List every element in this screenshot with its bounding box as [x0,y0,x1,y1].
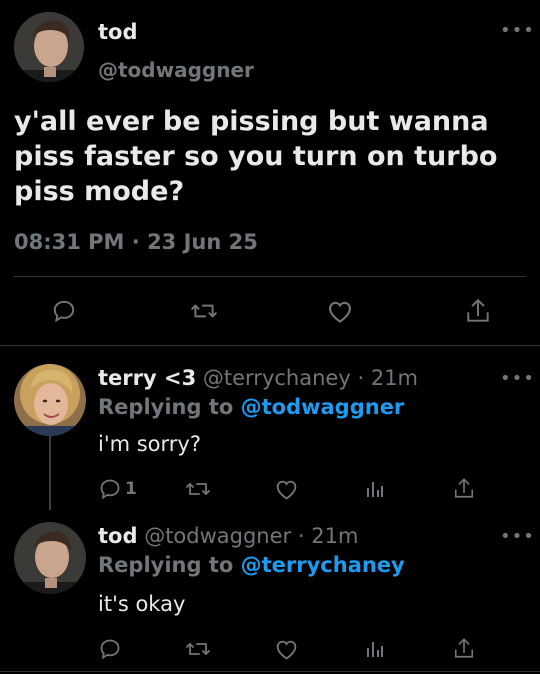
reply-tweet[interactable]: tod @todwaggner · 21m ••• Replying to @t… [0,504,540,674]
separator: · [297,524,305,548]
reply-icon[interactable] [51,298,77,324]
separator: · [357,366,365,390]
thread-line [49,434,51,510]
retweet-icon[interactable] [185,637,211,661]
more-icon[interactable]: ••• [500,22,535,40]
tweet-text-line: piss faster so you turn on turbo [14,141,498,172]
share-icon[interactable] [453,636,475,661]
analytics-icon[interactable] [365,479,385,499]
share-icon[interactable] [465,297,491,325]
reply-header: tod @todwaggner · 21m [98,524,358,548]
analytics-icon[interactable] [365,639,385,659]
user-handle[interactable]: @todwaggner [98,58,254,82]
share-icon[interactable] [453,476,475,501]
timestamp[interactable]: 08:31 PM · 23 Jun 25 [14,230,258,254]
time: 08:31 PM [14,230,125,254]
tweet-text: y'all ever be pissing but wanna piss fas… [14,104,534,209]
replying-to: Replying to @todwaggner [98,395,404,419]
retweet-icon[interactable] [190,298,218,324]
replying-to-handle[interactable]: @terrychaney [241,553,405,577]
retweet-icon[interactable] [185,477,211,501]
replying-to-label: Replying to [98,553,234,577]
replying-to-label: Replying to [98,395,234,419]
avatar[interactable] [14,12,84,82]
reply-action[interactable] [98,477,122,501]
avatar[interactable] [14,522,86,594]
main-tweet: tod @todwaggner ••• y'all ever be pissin… [0,0,540,345]
reply-text: it's okay [98,592,186,616]
replying-to-handle[interactable]: @todwaggner [241,395,405,419]
more-icon[interactable]: ••• [500,528,535,546]
reply-text: i'm sorry? [98,432,202,456]
date: 23 Jun 25 [147,230,258,254]
tweet-text-line: y'all ever be pissing but wanna [14,106,489,137]
display-name[interactable]: terry <3 [98,366,196,390]
like-icon[interactable] [274,637,299,661]
reply-header: terry <3 @terrychaney · 21m [98,366,418,390]
more-icon[interactable]: ••• [500,370,535,388]
user-handle[interactable]: @todwaggner [144,524,291,548]
avatar[interactable] [14,364,86,436]
display-name[interactable]: tod [98,524,138,548]
tweet-text-line: piss mode? [14,176,185,207]
user-handle[interactable]: @terrychaney [203,366,351,390]
divider [0,671,540,672]
reply-action[interactable] [98,637,122,661]
separator: · [131,230,140,254]
like-icon[interactable] [326,298,354,324]
reply-count: 1 [125,479,137,499]
like-icon[interactable] [274,477,299,501]
replying-to: Replying to @terrychaney [98,553,405,577]
display-name[interactable]: tod [98,20,138,44]
reply-tweet[interactable]: terry <3 @terrychaney · 21m ••• Replying… [0,346,540,510]
reply-age[interactable]: 21m [311,524,358,548]
reply-age[interactable]: 21m [371,366,418,390]
divider [14,276,526,277]
